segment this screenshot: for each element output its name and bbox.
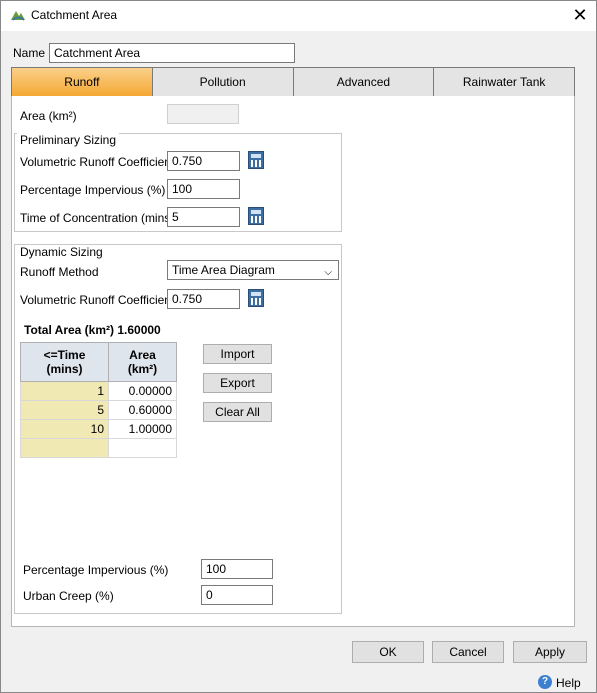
cancel-button[interactable]: Cancel [432, 641, 504, 663]
time-column-header[interactable]: <=Time (mins) [20, 342, 109, 382]
runoff-method-label: Runoff Method [20, 265, 99, 279]
calculator-icon[interactable] [248, 151, 264, 169]
help-icon[interactable]: ? [538, 675, 552, 689]
export-button[interactable]: Export [203, 373, 272, 393]
area-column-header[interactable]: Area (km²) [108, 342, 177, 382]
area-label: Area (km²) [20, 109, 77, 123]
area-field [167, 104, 239, 124]
import-button[interactable]: Import [203, 344, 272, 364]
time-cell[interactable]: 1 [20, 381, 109, 401]
ok-button[interactable]: OK [352, 641, 424, 663]
urban-creep-input[interactable]: 0 [201, 585, 273, 605]
name-label: Name [13, 46, 46, 60]
area-cell[interactable]: 1.00000 [108, 419, 177, 439]
tab-pollution[interactable]: Pollution [152, 68, 294, 96]
dynamic-pi-input[interactable]: 100 [201, 559, 273, 579]
calculator-icon[interactable] [248, 207, 264, 225]
area-cell[interactable]: 0.00000 [108, 381, 177, 401]
dynamic-vrc-input[interactable]: 0.750 [167, 289, 240, 309]
table-row[interactable]: 10 1.00000 [20, 419, 177, 439]
prelim-toc-input[interactable]: 5 [167, 207, 240, 227]
dynamic-pi-label: Percentage Impervious (%) [23, 563, 169, 577]
prelim-toc-label: Time of Concentration (mins) [20, 211, 175, 225]
window-title: Catchment Area [31, 8, 118, 22]
close-icon[interactable]: ✕ [568, 4, 592, 26]
prelim-pi-input[interactable]: 100 [167, 179, 240, 199]
table-row[interactable]: 5 0.60000 [20, 400, 177, 420]
catchment-app-icon [10, 8, 26, 22]
time-cell[interactable] [20, 438, 109, 458]
tab-rainwater-tank[interactable]: Rainwater Tank [434, 68, 574, 96]
time-cell[interactable]: 5 [20, 400, 109, 420]
dynamic-vrc-label: Volumetric Runoff Coefficient [20, 293, 175, 307]
table-row[interactable]: 1 0.00000 [20, 381, 177, 401]
prelim-pi-label: Percentage Impervious (%) [20, 183, 166, 197]
clear-all-button[interactable]: Clear All [203, 402, 272, 422]
tab-advanced[interactable]: Advanced [293, 68, 435, 96]
prelim-vrc-label: Volumetric Runoff Coefficient [20, 155, 175, 169]
chevron-down-icon: ⌵ [324, 267, 332, 278]
preliminary-sizing-legend: Preliminary Sizing [17, 133, 120, 147]
runoff-method-value: Time Area Diagram [172, 263, 275, 277]
tab-strip: Runoff Pollution Advanced Rainwater Tank [11, 67, 575, 97]
calculator-icon[interactable] [248, 289, 264, 307]
help-link[interactable]: Help [556, 676, 581, 690]
area-cell[interactable] [108, 438, 177, 458]
time-area-table[interactable]: <=Time (mins) Area (km²) 1 0.00000 5 0.6… [20, 342, 177, 458]
tab-runoff[interactable]: Runoff [12, 68, 153, 96]
area-cell[interactable]: 0.60000 [108, 400, 177, 420]
name-input[interactable]: Catchment Area [49, 43, 295, 63]
prelim-vrc-input[interactable]: 0.750 [167, 151, 240, 171]
total-area-label: Total Area (km²) 1.60000 [24, 323, 161, 337]
apply-button[interactable]: Apply [513, 641, 587, 663]
time-cell[interactable]: 10 [20, 419, 109, 439]
dynamic-sizing-legend: Dynamic Sizing [17, 245, 106, 259]
table-row[interactable] [20, 438, 177, 458]
urban-creep-label: Urban Creep (%) [23, 589, 114, 603]
runoff-method-select[interactable]: Time Area Diagram ⌵ [167, 260, 339, 280]
